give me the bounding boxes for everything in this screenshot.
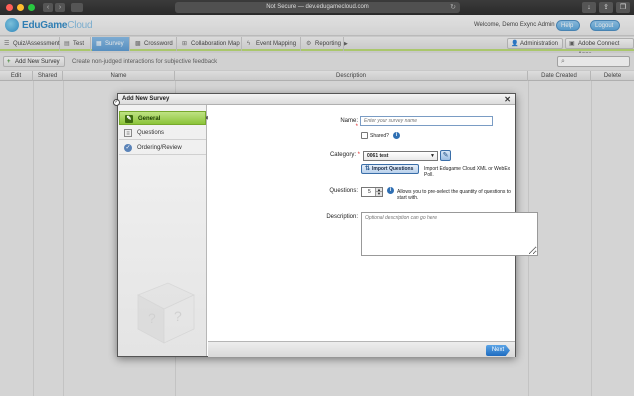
description-label: Description: (326, 214, 358, 220)
list-icon: ≡ (124, 129, 132, 137)
maximize-window-button[interactable] (28, 4, 35, 11)
share-icon[interactable]: ⇪ (599, 2, 613, 13)
pencil-icon: ✎ (125, 115, 133, 123)
step-marker-icon: ✓ (113, 99, 120, 106)
minimize-window-button[interactable] (17, 4, 24, 11)
required-marker: * (355, 152, 360, 158)
back-button[interactable]: ‹ (43, 3, 53, 12)
wizard-steps-sidebar: ◀ ✎General ≡Questions ✓Ordering/Review ?… (118, 105, 208, 356)
step-label: General (138, 116, 161, 122)
add-survey-dialog: Add New Survey ✕ ◀ ✎General ≡Questions ✓… (117, 93, 538, 357)
category-value: 0061 test (367, 153, 389, 159)
questions-hint: Allows you to pre-select the quantity of… (397, 189, 511, 201)
questions-value: 5 (368, 189, 371, 195)
step-general[interactable]: ✎ General (119, 111, 206, 125)
checkmark-icon: ✓ (124, 144, 132, 152)
required-marker: * (355, 124, 358, 130)
download-icon[interactable]: ↓ (582, 2, 596, 13)
pencil-icon: ✎ (442, 152, 449, 159)
reload-icon[interactable]: ↻ (450, 2, 456, 13)
shared-checkbox[interactable] (361, 132, 368, 139)
chevron-down-icon: ▼ (430, 153, 435, 159)
import-questions-button[interactable]: ⇅ Import Questions (361, 164, 419, 174)
category-select[interactable]: 0061 test ▼ (363, 151, 438, 161)
info-icon[interactable]: i (393, 132, 400, 139)
category-label-text: Category: (329, 152, 356, 158)
step-label: Questions (137, 130, 165, 136)
sidebar-toggle-button[interactable] (71, 3, 83, 12)
browser-toolbar: ‹ › Not Secure — dev.edugamecloud.com ↻ … (0, 0, 634, 15)
close-icon[interactable]: ✕ (504, 94, 511, 105)
import-label: Import Questions (372, 166, 414, 172)
edit-category-button[interactable]: ✎ (440, 150, 451, 161)
questions-stepper[interactable]: 5 ▲ ▼ (361, 187, 383, 197)
name-label: Name: * (338, 118, 358, 130)
url-text: Not Secure — dev.edugamecloud.com (266, 4, 369, 10)
questions-label: Questions: (329, 188, 358, 194)
info-icon[interactable]: i (387, 187, 394, 194)
shared-label: Shared? (370, 133, 389, 139)
step-ordering-review[interactable]: ✓ Ordering/Review (119, 141, 206, 155)
forward-button[interactable]: › (55, 3, 65, 12)
close-window-button[interactable] (6, 4, 13, 11)
address-bar[interactable]: Not Secure — dev.edugamecloud.com ↻ (175, 2, 460, 13)
dialog-title: Add New Survey (122, 96, 170, 102)
dialog-title-bar: Add New Survey ✕ (118, 94, 515, 105)
step-label: Ordering/Review (137, 145, 182, 151)
category-label: Category: * (328, 152, 360, 158)
step-questions[interactable]: ≡ Questions (119, 126, 206, 140)
window-controls (6, 4, 35, 11)
survey-name-input[interactable] (360, 116, 493, 126)
svg-text:?: ? (174, 308, 182, 324)
tabs-icon[interactable]: ❐ (616, 2, 630, 13)
import-icon: ⇅ (365, 166, 371, 172)
description-textarea[interactable] (361, 212, 538, 256)
dialog-form: Name: * Shared? i Category: * 0061 test ▼… (208, 105, 538, 341)
next-button[interactable]: Next (486, 345, 510, 356)
question-dice-illustration: ? ? (137, 282, 195, 344)
import-hint: Import Edugame Cloud XML or WebEx Poll. (424, 166, 511, 178)
dialog-footer: Next (208, 341, 515, 357)
svg-text:?: ? (148, 310, 156, 326)
stepper-down-icon[interactable]: ▼ (375, 192, 382, 196)
